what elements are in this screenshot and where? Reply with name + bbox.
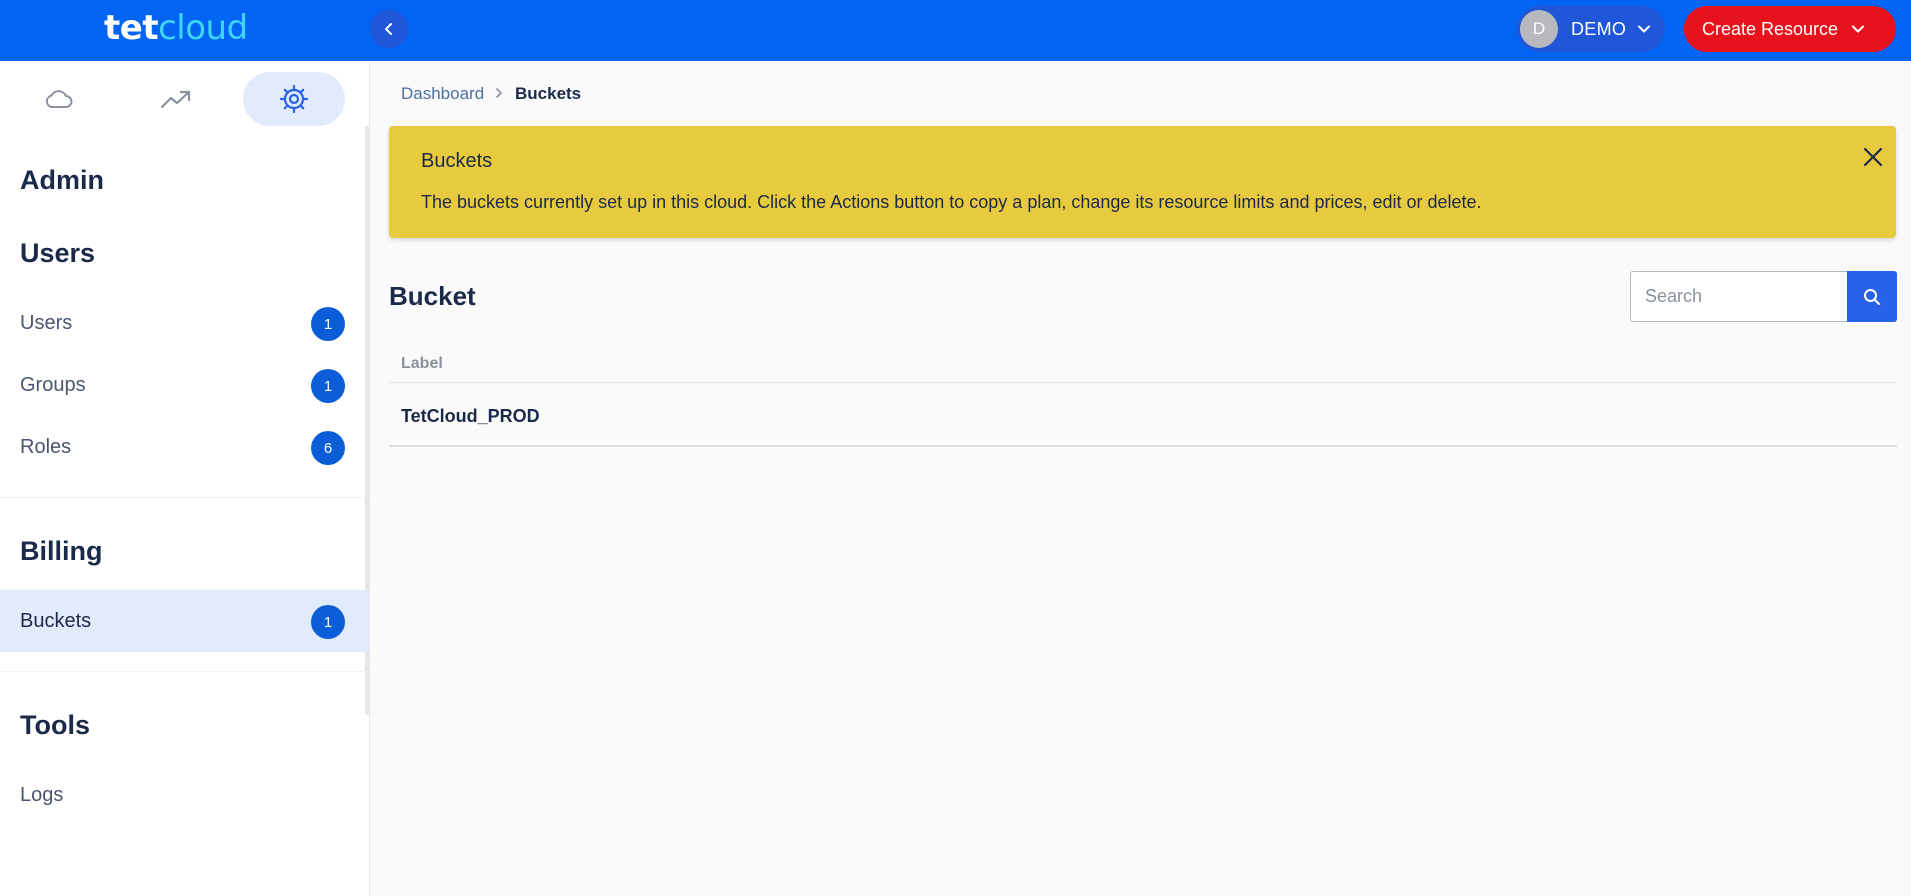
breadcrumb-dashboard-link[interactable]: Dashboard xyxy=(401,84,484,104)
logo-text-tet: tet xyxy=(104,8,159,48)
avatar: D xyxy=(1520,10,1558,48)
section-title-users: Users xyxy=(20,238,96,268)
alert-text: The buckets currently set up in this clo… xyxy=(421,192,1482,212)
breadcrumb-current: Buckets xyxy=(515,84,582,103)
tet-cloud-logo[interactable]: tetcloud xyxy=(104,8,248,48)
chevron-down-icon xyxy=(1638,25,1651,33)
user-name: DEMO xyxy=(1571,18,1627,39)
count-badge: 1 xyxy=(311,307,345,341)
search-button[interactable] xyxy=(1847,271,1897,322)
sidebar: Admin Users Users 1 Groups 1 Roles 6 Bil… xyxy=(0,61,370,896)
sidebar-item-label: Roles xyxy=(20,435,72,458)
bucket-label-cell: TetCloud_PROD xyxy=(401,406,540,426)
count-badge: 1 xyxy=(311,369,345,403)
user-menu-button[interactable]: D DEMO xyxy=(1517,6,1665,52)
sidebar-item-roles[interactable]: Roles 6 xyxy=(0,416,369,478)
chevron-right-icon xyxy=(496,88,502,98)
page-title: Bucket xyxy=(389,281,476,311)
logo-text-cloud: cloud xyxy=(158,8,248,48)
sidebar-item-buckets[interactable]: Buckets 1 xyxy=(0,590,369,652)
section-title-tools: Tools xyxy=(20,710,90,740)
sidebar-item-label: Logs xyxy=(20,783,64,806)
column-header-label[interactable]: Label xyxy=(401,355,443,373)
sidebar-item-label: Groups xyxy=(20,373,86,396)
chevron-down-icon xyxy=(1852,25,1865,33)
sidebar-item-logs[interactable]: Logs xyxy=(0,764,369,826)
trending-up-icon xyxy=(160,90,191,109)
table-row[interactable]: TetCloud_PROD xyxy=(389,383,1897,447)
cloud-icon xyxy=(45,90,73,108)
search-input[interactable] xyxy=(1630,271,1847,322)
tab-analytics[interactable] xyxy=(125,72,227,126)
section-title-admin: Admin xyxy=(20,165,104,195)
close-icon xyxy=(1863,147,1883,167)
sidebar-item-label: Buckets xyxy=(20,609,92,632)
top-bar: tetcloud D DEMO Create Resource xyxy=(0,0,1911,61)
sidebar-divider xyxy=(0,497,369,498)
tab-cloud[interactable] xyxy=(7,72,109,126)
collapse-sidebar-button[interactable] xyxy=(370,10,408,48)
create-resource-label: Create Resource xyxy=(1702,18,1839,39)
create-resource-button[interactable]: Create Resource xyxy=(1684,6,1896,52)
sidebar-divider xyxy=(0,671,369,672)
info-alert: Buckets The buckets currently set up in … xyxy=(389,126,1896,238)
search-icon xyxy=(1864,288,1880,305)
sidebar-item-groups[interactable]: Groups 1 xyxy=(0,354,369,416)
tab-settings[interactable] xyxy=(243,72,345,126)
chevron-left-icon xyxy=(385,23,392,35)
alert-title: Buckets xyxy=(421,150,493,172)
count-badge: 1 xyxy=(311,605,345,639)
gear-icon xyxy=(279,84,309,114)
count-badge: 6 xyxy=(311,431,345,465)
sidebar-item-users[interactable]: Users 1 xyxy=(0,292,369,354)
alert-close-button[interactable] xyxy=(1859,143,1887,171)
sidebar-item-label: Users xyxy=(20,311,73,334)
section-title-billing: Billing xyxy=(20,536,103,566)
